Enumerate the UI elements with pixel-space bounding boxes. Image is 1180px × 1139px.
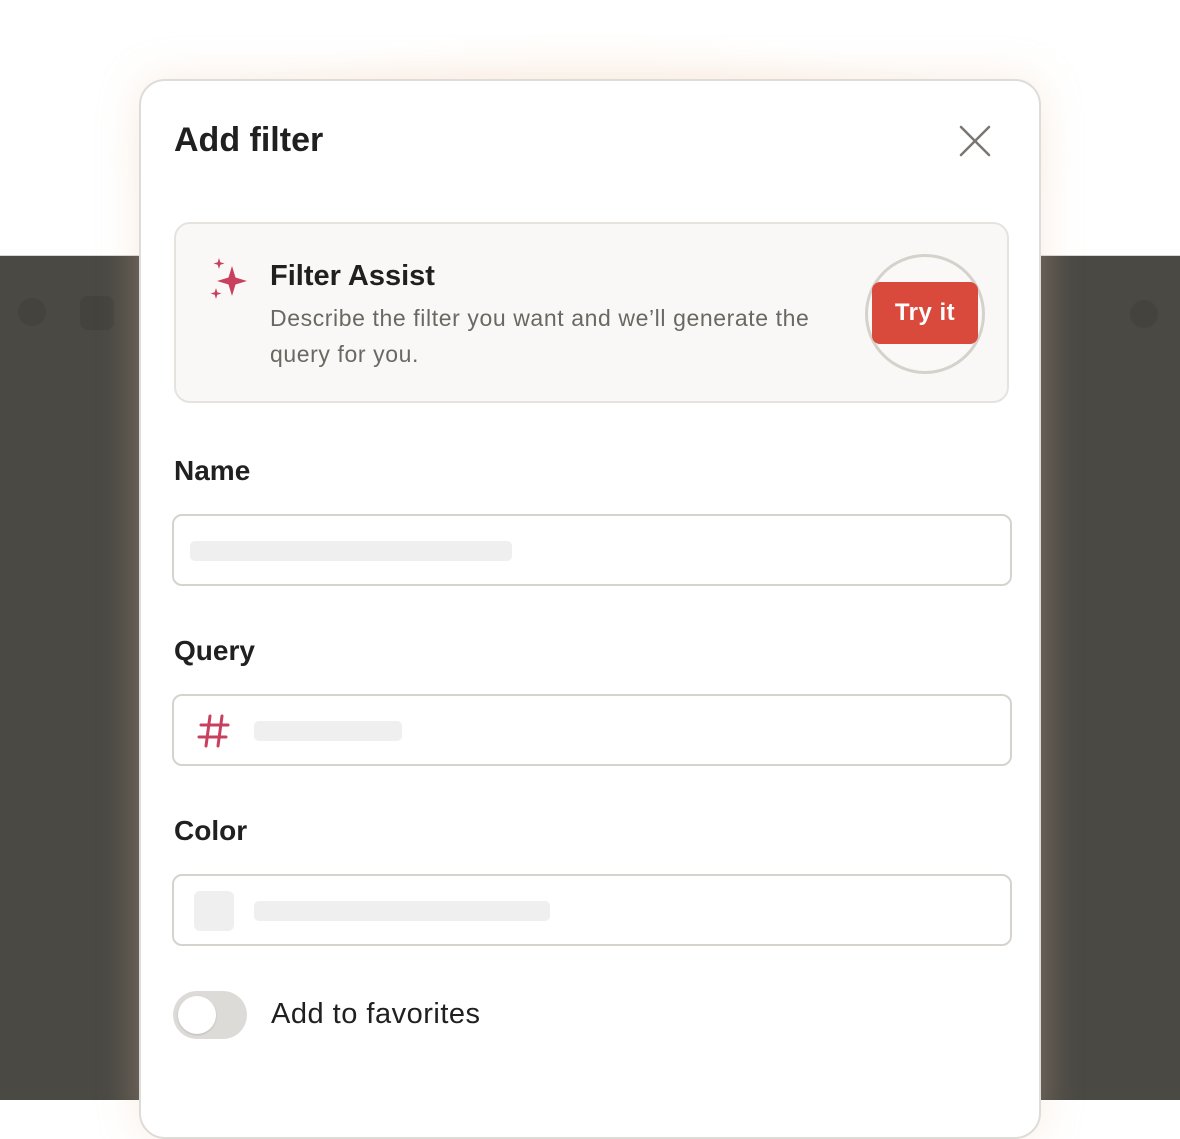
dialog-title: Add filter xyxy=(174,121,324,159)
filter-assist-card: Filter Assist Describe the filter you wa… xyxy=(174,222,1009,403)
name-label: Name xyxy=(174,455,251,486)
background-icon xyxy=(18,298,46,326)
color-select[interactable] xyxy=(172,874,1012,946)
background-icon xyxy=(1130,300,1158,328)
favorites-label: Add to favorites xyxy=(271,998,481,1030)
background-icon xyxy=(80,296,114,330)
favorites-toggle[interactable] xyxy=(173,991,247,1039)
filter-assist-title: Filter Assist xyxy=(270,260,435,292)
close-icon xyxy=(959,125,991,157)
toggle-knob xyxy=(178,996,216,1034)
query-placeholder xyxy=(254,721,402,741)
try-it-button[interactable]: Try it xyxy=(872,282,978,344)
query-input[interactable] xyxy=(172,694,1012,766)
color-label: Color xyxy=(174,815,248,846)
query-label: Query xyxy=(174,635,255,666)
name-input[interactable] xyxy=(172,514,1012,586)
name-placeholder xyxy=(190,541,512,561)
add-filter-dialog: Add filter Filter Assist Describe the fi… xyxy=(139,79,1041,1139)
color-swatch xyxy=(194,891,234,931)
hash-icon xyxy=(197,714,230,748)
color-placeholder xyxy=(254,901,550,921)
filter-assist-description: Describe the filter you want and we’ll g… xyxy=(270,305,810,367)
sparkle-icon xyxy=(210,258,247,299)
close-button[interactable] xyxy=(953,119,997,163)
